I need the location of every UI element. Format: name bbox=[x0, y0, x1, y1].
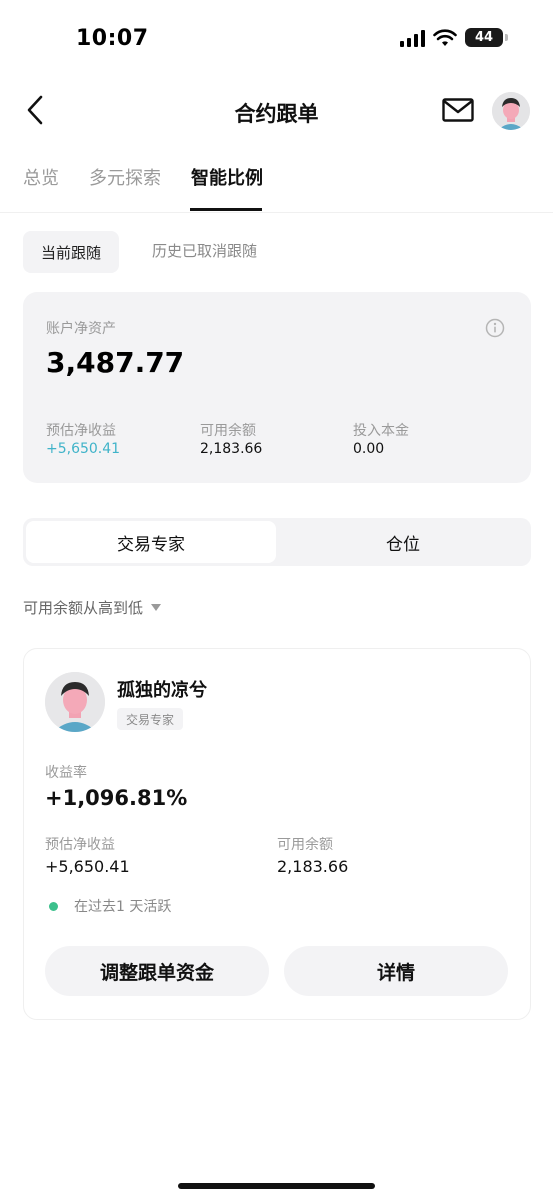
wifi-icon bbox=[433, 28, 457, 46]
tab-overview[interactable]: 总览 bbox=[23, 164, 59, 190]
activity-status: 在过去1 天活跃 bbox=[45, 896, 171, 916]
stat-label-est-profit: 预估净收益 bbox=[46, 423, 116, 439]
details-button[interactable]: 详情 bbox=[284, 946, 508, 996]
info-button[interactable] bbox=[485, 318, 505, 338]
subtab-current-following[interactable]: 当前跟随 bbox=[23, 231, 119, 273]
info-icon bbox=[485, 318, 505, 338]
active-dot-icon bbox=[49, 901, 58, 911]
mail-button[interactable] bbox=[442, 98, 476, 124]
home-indicator bbox=[178, 1183, 375, 1189]
status-time: 10:07 bbox=[76, 26, 149, 51]
trader-name: 孤独的凉兮 bbox=[117, 680, 207, 701]
stat-value-principal: 0.00 bbox=[353, 441, 385, 457]
main-tabs: 总览 多元探索 智能比例 bbox=[23, 164, 263, 190]
trader-profit-value: +5,650.41 bbox=[45, 857, 130, 876]
stat-label-principal: 投入本金 bbox=[353, 423, 409, 439]
sort-label: 可用余额从高到低 bbox=[23, 599, 144, 617]
segment-trading-expert[interactable]: 交易专家 bbox=[26, 521, 276, 563]
trader-avatar[interactable] bbox=[45, 672, 105, 732]
segment-position[interactable]: 仓位 bbox=[278, 521, 528, 563]
battery-icon: 44 bbox=[465, 28, 508, 47]
tab-multi-explore[interactable]: 多元探索 bbox=[89, 164, 161, 190]
adjust-funds-button[interactable]: 调整跟单资金 bbox=[45, 946, 269, 996]
subtab-history-unfollowed[interactable]: 历史已取消跟随 bbox=[152, 240, 257, 261]
tabs-divider bbox=[0, 212, 553, 213]
caret-down-icon bbox=[151, 604, 162, 611]
tab-active-indicator bbox=[190, 208, 262, 211]
signal-icon bbox=[400, 29, 425, 47]
stat-label-available: 可用余额 bbox=[200, 423, 256, 439]
avatar-icon bbox=[45, 672, 105, 732]
trader-tag-badge: 交易专家 bbox=[117, 708, 184, 730]
trader-profit-label: 预估净收益 bbox=[45, 837, 115, 853]
roi-label: 收益率 bbox=[45, 765, 87, 781]
account-net-assets-label: 账户净资产 bbox=[46, 321, 116, 337]
roi-value: +1,096.81% bbox=[45, 786, 188, 810]
status-icons: 44 bbox=[400, 28, 508, 47]
activity-text: 在过去1 天活跃 bbox=[74, 899, 172, 915]
mail-icon bbox=[442, 98, 474, 122]
tab-smart-ratio[interactable]: 智能比例 bbox=[191, 164, 263, 190]
user-avatar[interactable] bbox=[492, 92, 530, 130]
stat-value-available: 2,183.66 bbox=[200, 441, 263, 457]
stat-value-est-profit: +5,650.41 bbox=[46, 441, 121, 457]
sort-dropdown[interactable]: 可用余额从高到低 bbox=[23, 597, 162, 618]
avatar-icon bbox=[492, 92, 530, 130]
account-net-assets-value: 3,487.77 bbox=[46, 346, 185, 379]
trader-balance-label: 可用余额 bbox=[277, 837, 333, 853]
trader-balance-value: 2,183.66 bbox=[277, 857, 349, 876]
